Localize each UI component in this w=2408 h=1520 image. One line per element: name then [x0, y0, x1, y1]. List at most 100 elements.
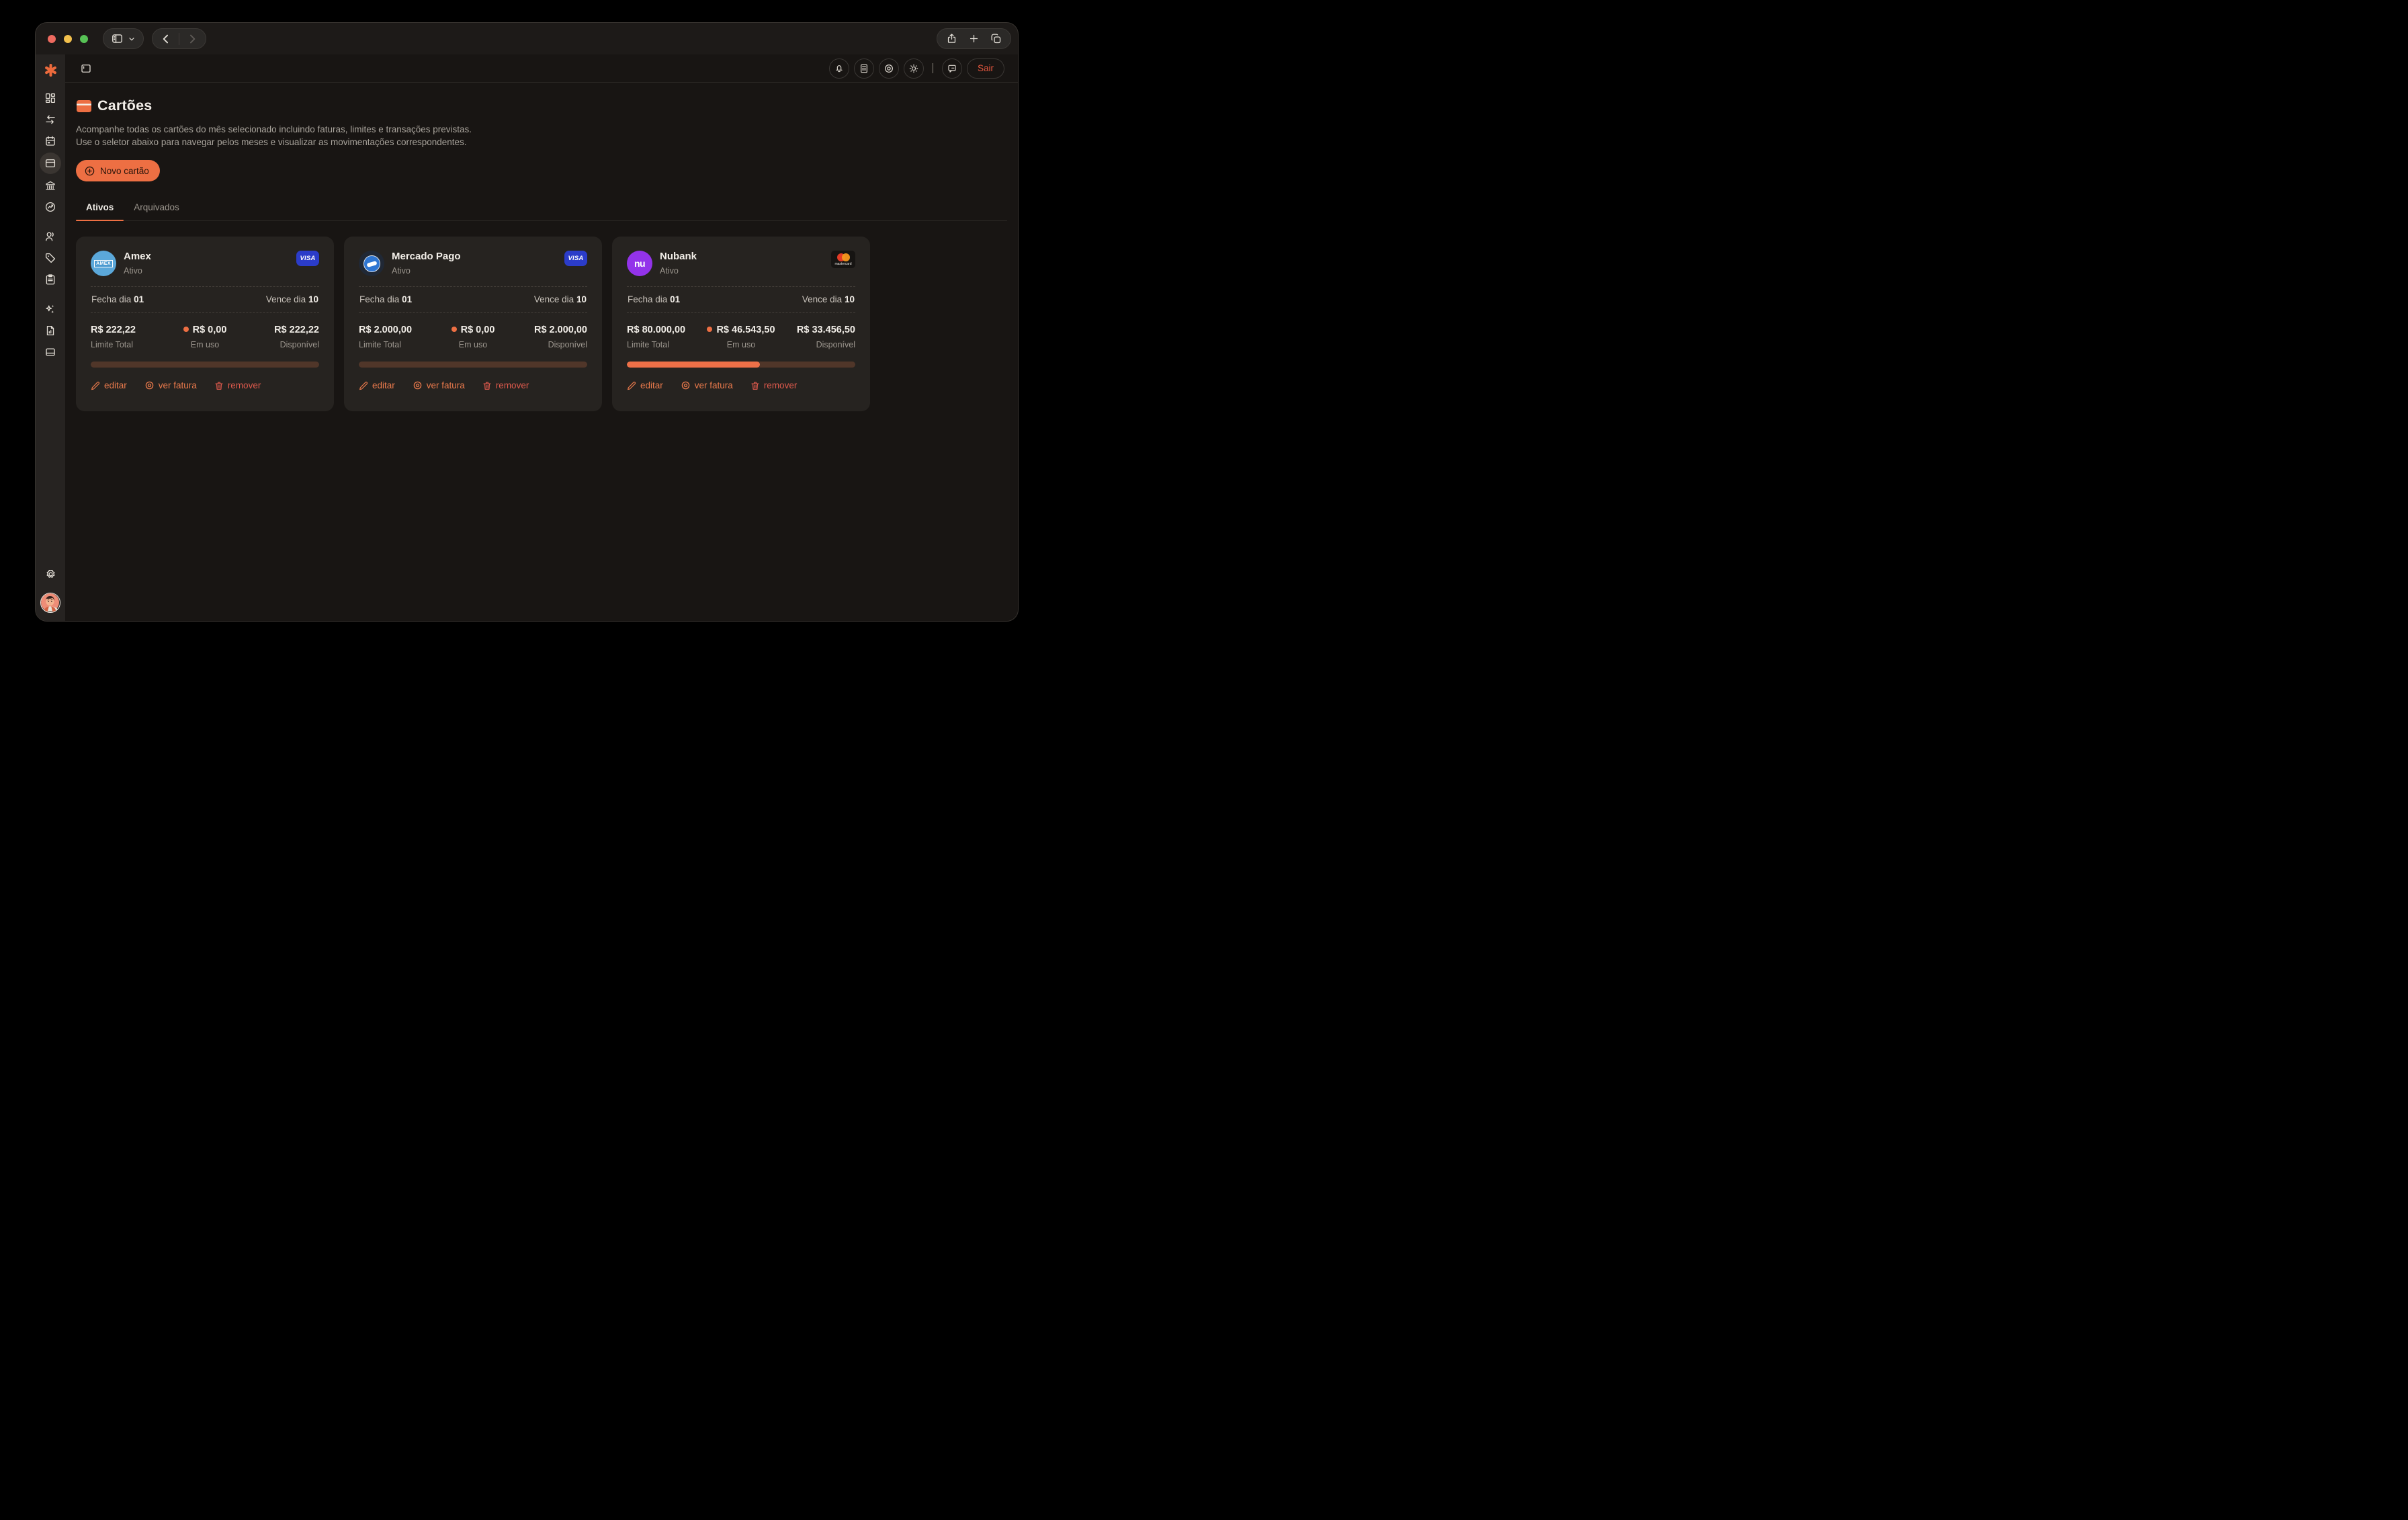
card-title-icon	[76, 99, 92, 114]
card-name: Mercado Pago	[392, 251, 461, 262]
card-band-icon	[44, 346, 56, 358]
tab-arquivados[interactable]: Arquivados	[124, 196, 189, 220]
tag-icon	[44, 252, 56, 264]
card-avatar: nu	[627, 251, 652, 276]
stat-in-use: R$ 0,00 Em uso	[435, 325, 511, 349]
user-avatar[interactable]	[40, 593, 60, 613]
back-icon[interactable]	[159, 32, 173, 46]
chevron-down-icon	[128, 35, 136, 43]
sidebar-item-subscriptions[interactable]	[40, 342, 61, 362]
app-logo	[40, 60, 60, 80]
in-use-label: Em uso	[435, 340, 511, 349]
visa-badge: VISA	[564, 251, 587, 266]
notifications-button[interactable]	[829, 58, 849, 79]
card-avatar-text: nu	[634, 258, 645, 269]
privacy-eye-button[interactable]	[879, 58, 899, 79]
sidebar-item-settings[interactable]	[40, 564, 61, 585]
limit-value: R$ 222,22	[91, 325, 167, 335]
circle-plus-icon	[84, 165, 95, 177]
card-avatar	[359, 251, 384, 276]
sidebar-item-performance[interactable]	[40, 197, 61, 217]
edit-card-button[interactable]: editar	[627, 380, 663, 390]
card-stats: R$ 2.000,00 Limite Total R$ 0,00 Em uso …	[359, 325, 587, 349]
sidebar-item-tags[interactable]	[40, 248, 61, 268]
card-usage-progress	[91, 362, 319, 368]
sparkles-icon	[44, 303, 56, 315]
sidebar-item-contacts[interactable]	[40, 226, 61, 247]
sidebar-item-bank[interactable]	[40, 175, 61, 196]
due-day: Vence dia 10	[266, 294, 318, 304]
card-identity: Amex Ativo	[124, 251, 151, 276]
sidebar-item-transactions[interactable]	[40, 110, 61, 130]
edit-card-button[interactable]: editar	[91, 380, 127, 390]
mastercard-label: mastercard	[834, 262, 851, 266]
zoom-window-button[interactable]	[80, 35, 88, 43]
eye-target-icon	[884, 63, 894, 74]
card-name: Nubank	[660, 251, 697, 262]
due-day: Vence dia 10	[534, 294, 587, 304]
sidebar	[36, 54, 65, 621]
in-use-label: Em uso	[167, 340, 243, 349]
sun-icon	[908, 63, 919, 74]
card-days-row: Fecha dia 01 Vence dia 10	[627, 287, 855, 312]
stat-available: R$ 33.456,50 Disponível	[779, 325, 855, 349]
stat-limit: R$ 2.000,00 Limite Total	[359, 325, 435, 349]
sidebar-item-notes[interactable]	[40, 269, 61, 290]
sidebar-item-calendar[interactable]	[40, 131, 61, 151]
logout-button[interactable]: Sair	[967, 58, 1004, 79]
users-icon	[44, 230, 56, 243]
theme-toggle-button[interactable]	[904, 58, 924, 79]
card-name: Amex	[124, 251, 151, 262]
page-title: Cartões	[76, 97, 1007, 114]
panel-toggle-icon[interactable]	[80, 62, 92, 75]
file-chart-icon	[44, 325, 56, 337]
window-titlebar	[36, 23, 1018, 54]
remove-card-button[interactable]: remover	[482, 380, 529, 390]
remove-card-button[interactable]: remover	[214, 380, 261, 390]
page-content: Cartões Acompanhe todas os cartões do mê…	[65, 83, 1018, 411]
sidebar-item-cards[interactable]	[40, 153, 61, 174]
limit-value: R$ 80.000,00	[627, 325, 703, 335]
card-avatar-text: AMEX	[94, 260, 113, 267]
sidebar-item-ai-assistant[interactable]	[40, 299, 61, 319]
card-status: Ativo	[660, 266, 697, 276]
eye-target-icon	[681, 380, 691, 390]
edit-card-button[interactable]: editar	[359, 380, 395, 390]
view-invoice-button[interactable]: ver fatura	[413, 380, 465, 390]
view-invoice-button[interactable]: ver fatura	[681, 380, 733, 390]
close-window-button[interactable]	[48, 35, 56, 43]
card-header: Mercado Pago Ativo VISA mastercard	[359, 251, 587, 276]
new-card-button[interactable]: Novo cartão	[76, 160, 160, 181]
stat-in-use: R$ 46.543,50 Em uso	[703, 325, 779, 349]
calculator-button[interactable]	[854, 58, 874, 79]
tab-ativos[interactable]: Ativos	[76, 196, 124, 220]
transfer-arrows-icon	[44, 114, 56, 126]
card-usage-progress-fill	[627, 362, 760, 368]
new-card-button-label: Novo cartão	[100, 166, 149, 176]
in-use-value: R$ 46.543,50	[703, 325, 779, 335]
handshake-logo	[363, 255, 380, 272]
trash-icon	[482, 381, 492, 390]
copy-tabs-icon[interactable]	[990, 33, 1002, 44]
sidebar-item-dashboard[interactable]	[40, 88, 61, 108]
in-use-value: R$ 0,00	[167, 325, 243, 335]
card-stats: R$ 222,22 Limite Total R$ 0,00 Em uso R$…	[91, 325, 319, 349]
close-day: Fecha dia 01	[359, 294, 412, 304]
asterisk-logo-icon	[44, 63, 58, 77]
available-label: Disponível	[243, 340, 319, 349]
card-actions: editar ver fatura remover	[359, 380, 587, 390]
page-title-text: Cartões	[97, 97, 152, 114]
new-tab-icon[interactable]	[968, 33, 980, 44]
sidebar-toggle-control[interactable]	[103, 28, 144, 49]
card-usage-progress	[359, 362, 587, 368]
in-use-label: Em uso	[703, 340, 779, 349]
share-icon[interactable]	[946, 33, 957, 44]
remove-card-button[interactable]: remover	[750, 380, 798, 390]
close-day: Fecha dia 01	[628, 294, 680, 304]
in-use-dot	[452, 327, 457, 332]
sidebar-item-reports[interactable]	[40, 321, 61, 341]
view-invoice-button[interactable]: ver fatura	[144, 380, 197, 390]
feedback-button[interactable]	[942, 58, 962, 79]
forward-icon[interactable]	[185, 32, 199, 46]
minimize-window-button[interactable]	[64, 35, 72, 43]
